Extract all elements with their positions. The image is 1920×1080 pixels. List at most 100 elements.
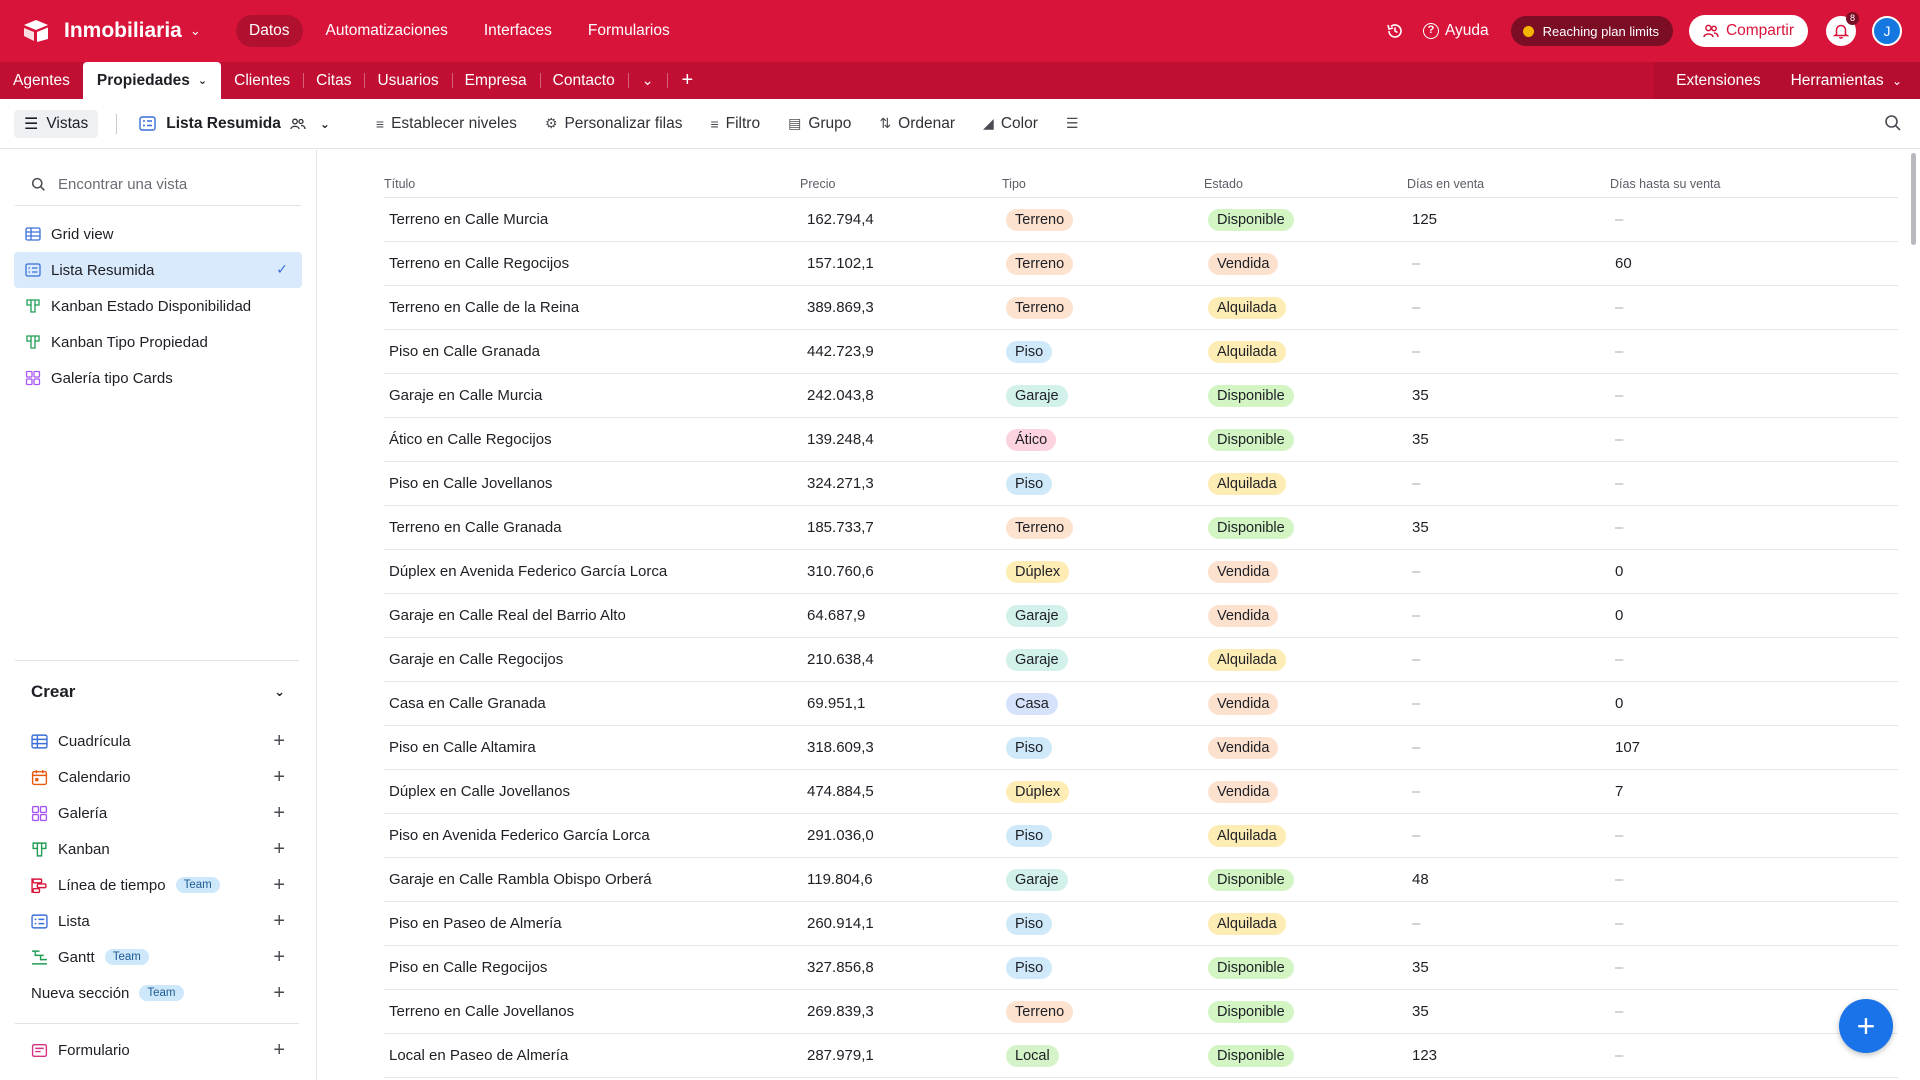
- plus-icon[interactable]: +: [273, 874, 285, 897]
- plus-icon[interactable]: +: [273, 730, 285, 753]
- nav-formularios[interactable]: Formularios: [575, 15, 683, 47]
- plan-limits-button[interactable]: Reaching plan limits: [1510, 16, 1673, 46]
- table-row[interactable]: Garaje en Calle Regocijos 210.638,4 Garaje…: [384, 638, 1898, 682]
- column-header-dias-en-venta[interactable]: Días en venta: [1407, 177, 1610, 191]
- set-levels-button[interactable]: ≡ Establecer niveles: [376, 115, 517, 133]
- table-row[interactable]: Terreno en Calle de la Reina 389.869,3 Ter…: [384, 286, 1898, 330]
- view-item-grid[interactable]: Grid view: [14, 216, 302, 252]
- tools-button[interactable]: Herramientas ⌄: [1787, 72, 1902, 90]
- cell-titulo: Piso en Avenida Federico García Lorca: [384, 827, 800, 844]
- help-button[interactable]: ? Ayuda: [1422, 22, 1489, 40]
- column-header-precio[interactable]: Precio: [800, 177, 1002, 191]
- notifications-button[interactable]: 8: [1826, 12, 1859, 46]
- filter-button[interactable]: ≡ Filtro: [710, 115, 760, 133]
- find-view-placeholder: Encontrar una vista: [58, 176, 188, 193]
- table-row[interactable]: Terreno en Calle Granada 185.733,7 Terreno…: [384, 506, 1898, 550]
- table-row[interactable]: Terreno en Calle Murcia 162.794,4 Terreno D…: [384, 198, 1898, 242]
- table-row[interactable]: Piso en Paseo de Almería 260.914,1 Piso Alq…: [384, 902, 1898, 946]
- create-section-header[interactable]: Crear ⌄: [15, 661, 299, 723]
- cell-precio: 242.043,8: [800, 387, 1002, 404]
- add-record-button[interactable]: +: [1839, 999, 1893, 1053]
- vertical-scrollbar[interactable]: [1911, 153, 1916, 245]
- all-tables-dropdown[interactable]: ⌄: [627, 62, 668, 99]
- table-row[interactable]: Piso en Calle Altamira 318.609,3 Piso Vendi…: [384, 726, 1898, 770]
- cell-estado: Vendida: [1204, 736, 1407, 759]
- add-table-button[interactable]: +: [667, 62, 707, 99]
- base-switcher[interactable]: Inmobiliaria ⌄: [22, 19, 218, 43]
- plus-icon[interactable]: +: [273, 802, 285, 825]
- view-item-lista-resumida[interactable]: Lista Resumida ✓: [14, 252, 302, 288]
- extensions-button[interactable]: Extensiones: [1676, 72, 1760, 90]
- nav-automatizaciones[interactable]: Automatizaciones: [313, 15, 461, 47]
- find-view-input[interactable]: Encontrar una vista: [15, 164, 301, 206]
- table-row[interactable]: Piso en Calle Regocijos 327.856,8 Piso Disp…: [384, 946, 1898, 990]
- column-header-titulo[interactable]: Título: [384, 177, 800, 191]
- view-item-kanban-estado[interactable]: Kanban Estado Disponibilidad: [14, 288, 302, 324]
- cell-value: 48: [1412, 871, 1429, 888]
- create-new-section[interactable]: Nueva sección Team +: [15, 975, 299, 1011]
- column-header-tipo[interactable]: Tipo: [1002, 177, 1204, 191]
- tab-empresa[interactable]: Empresa: [451, 62, 540, 99]
- table-row[interactable]: Ático en Calle Regocijos 139.248,4 Ático Di…: [384, 418, 1898, 462]
- tab-usuarios[interactable]: Usuarios: [364, 62, 451, 99]
- plus-icon[interactable]: +: [273, 946, 285, 969]
- column-header-dias-hasta-venta[interactable]: Días hasta su venta: [1610, 177, 1810, 191]
- table-row[interactable]: Piso en Calle Granada 442.723,9 Piso Alquil…: [384, 330, 1898, 374]
- sort-button[interactable]: ⇅ Ordenar: [879, 115, 955, 133]
- table-row[interactable]: Terreno en Calle Jovellanos 269.839,3 Terr…: [384, 990, 1898, 1034]
- customize-rows-button[interactable]: ⚙ Personalizar filas: [545, 115, 683, 133]
- history-icon[interactable]: [1385, 21, 1405, 41]
- cell-value: Garaje en Calle Real del Barrio Alto: [389, 607, 626, 624]
- cell-value: 474.884,5: [807, 783, 874, 800]
- tab-citas[interactable]: Citas: [303, 62, 364, 99]
- create-timeline-view[interactable]: Línea de tiempo Team +: [15, 867, 299, 903]
- cell-estado: Disponible: [1204, 384, 1407, 407]
- create-form-view[interactable]: Formulario +: [15, 1032, 299, 1068]
- table-row[interactable]: Garaje en Calle Rambla Obispo Orberá 119.…: [384, 858, 1898, 902]
- share-button[interactable]: Compartir: [1688, 15, 1808, 47]
- create-gallery-view[interactable]: Galería +: [15, 795, 299, 831]
- create-list-view[interactable]: Lista +: [15, 903, 299, 939]
- views-toggle-button[interactable]: ☰ Vistas: [14, 109, 99, 138]
- table-row[interactable]: Local en Paseo de Almería 287.979,1 Local D…: [384, 1034, 1898, 1078]
- search-icon[interactable]: [1884, 114, 1902, 132]
- color-button[interactable]: ◢ Color: [983, 115, 1038, 133]
- group-button[interactable]: ▤ Grupo: [788, 115, 851, 133]
- cell-value: 69.951,1: [807, 695, 866, 712]
- view-item-kanban-tipo[interactable]: Kanban Tipo Propiedad: [14, 324, 302, 360]
- view-item-galeria[interactable]: Galería tipo Cards: [14, 360, 302, 396]
- table-row[interactable]: Terreno en Calle Regocijos 157.102,1 Terre…: [384, 242, 1898, 286]
- user-avatar[interactable]: J: [1872, 16, 1902, 46]
- chevron-down-icon[interactable]: ⌄: [198, 74, 207, 87]
- cell-tipo: Terreno: [1002, 208, 1204, 231]
- create-gantt-view[interactable]: Gantt Team +: [15, 939, 299, 975]
- table-row[interactable]: Dúplex en Avenida Federico García Lorca 3…: [384, 550, 1898, 594]
- tab-contacto[interactable]: Contacto: [539, 62, 628, 99]
- plus-icon[interactable]: +: [273, 1039, 285, 1062]
- current-view-menu[interactable]: Lista Resumida ⌄: [139, 115, 330, 133]
- create-calendar-view[interactable]: Calendario +: [15, 759, 299, 795]
- plus-icon[interactable]: +: [273, 982, 285, 1005]
- table-row[interactable]: Casa en Calle Granada 69.951,1 Casa Vendida…: [384, 682, 1898, 726]
- row-height-button[interactable]: ☰: [1066, 115, 1086, 132]
- plus-icon[interactable]: +: [273, 910, 285, 933]
- tab-agentes[interactable]: Agentes: [0, 62, 83, 99]
- table-row[interactable]: Piso en Avenida Federico García Lorca 291…: [384, 814, 1898, 858]
- cell-estado: Disponible: [1204, 516, 1407, 539]
- table-row[interactable]: Garaje en Calle Real del Barrio Alto 64.6…: [384, 594, 1898, 638]
- nav-interfaces[interactable]: Interfaces: [471, 15, 565, 47]
- tab-propiedades[interactable]: Propiedades ⌄: [82, 62, 222, 99]
- column-header-estado[interactable]: Estado: [1204, 177, 1407, 191]
- nav-datos[interactable]: Datos: [236, 15, 303, 47]
- plus-icon[interactable]: +: [273, 766, 285, 789]
- cell-value: Piso en Calle Granada: [389, 343, 540, 360]
- table-row[interactable]: Piso en Calle Jovellanos 324.271,3 Piso Alq…: [384, 462, 1898, 506]
- create-grid-view[interactable]: Cuadrícula +: [15, 723, 299, 759]
- create-divider: Formulario +: [15, 1023, 299, 1068]
- table-row[interactable]: Garaje en Calle Murcia 242.043,8 Garaje Dis…: [384, 374, 1898, 418]
- plus-icon[interactable]: +: [273, 838, 285, 861]
- table-row[interactable]: Dúplex en Calle Jovellanos 474.884,5 Dúple…: [384, 770, 1898, 814]
- create-kanban-view[interactable]: Kanban +: [15, 831, 299, 867]
- tab-clientes[interactable]: Clientes: [221, 62, 303, 99]
- cell-dias-en-venta: –: [1407, 651, 1610, 668]
